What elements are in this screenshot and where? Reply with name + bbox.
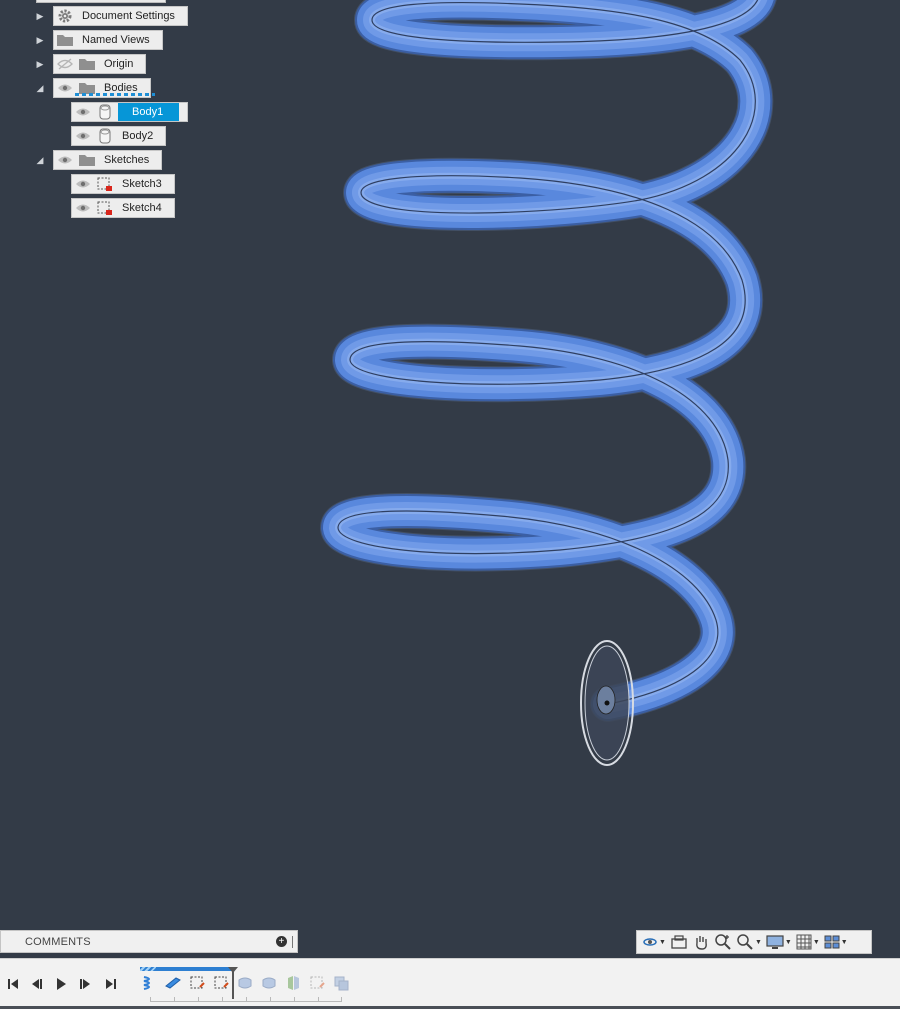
- eye-icon[interactable]: [74, 201, 92, 215]
- browser-row-sketches: ◢ Sketches: [0, 150, 300, 170]
- browser-row-document-settings: ▶ Document Settings: [0, 6, 300, 26]
- expand-arrow-icon[interactable]: ▶: [33, 57, 47, 71]
- browser-row-body1: Body1: [0, 102, 300, 122]
- collapse-arrow-icon[interactable]: ◢: [33, 153, 47, 167]
- eye-icon[interactable]: [74, 105, 92, 119]
- grid-settings-icon[interactable]: ▼: [795, 932, 821, 952]
- display-settings-icon[interactable]: ▼: [765, 932, 793, 952]
- collapse-arrow-icon[interactable]: ◢: [33, 81, 47, 95]
- browser-tree: ▶ Document Settings ▶ Named Views ▶ Origin ◢ Bo…: [0, 0, 300, 230]
- sweep-feature-icon[interactable]: [259, 972, 279, 994]
- timeline-ruler: [150, 997, 342, 1002]
- step-back-icon[interactable]: [27, 976, 47, 992]
- sketch-icon: [96, 200, 114, 216]
- browser-row-sketch3: Sketch3: [0, 174, 300, 194]
- browser-node-label: Sketch3: [122, 178, 162, 190]
- skip-to-end-icon[interactable]: [101, 976, 121, 992]
- coil-segment: [319, 0, 776, 722]
- timeline-marker[interactable]: [228, 967, 238, 999]
- look-at-icon[interactable]: [669, 932, 689, 952]
- zoom-window-icon[interactable]: ▼: [735, 932, 763, 952]
- browser-row-origin: ▶ Origin: [0, 54, 300, 74]
- browser-node-label: Body2: [122, 130, 154, 142]
- orbit-icon[interactable]: ▼: [641, 932, 667, 952]
- browser-node-label: Sketches: [104, 154, 150, 166]
- body-icon: [96, 128, 114, 144]
- panel-grip-icon[interactable]: [292, 936, 295, 948]
- sketch-icon: [96, 176, 114, 192]
- combine-feature-icon[interactable]: [331, 972, 351, 994]
- browser-node-label: Sketch4: [122, 202, 162, 214]
- browser-node-origin[interactable]: Origin: [53, 54, 147, 74]
- sketch-feature-icon[interactable]: [187, 972, 207, 994]
- browser-node-document-settings[interactable]: Document Settings: [53, 6, 188, 26]
- zoom-icon[interactable]: [713, 932, 733, 952]
- hidden-eye-icon[interactable]: [56, 57, 74, 71]
- expand-arrow-icon[interactable]: ▶: [33, 9, 47, 23]
- add-comment-icon[interactable]: +: [276, 936, 287, 947]
- browser-node-body2[interactable]: Body2: [71, 126, 167, 146]
- timeline-bar: [0, 958, 900, 1009]
- browser-row-sketch4: Sketch4: [0, 198, 300, 218]
- sweep-feature-icon[interactable]: [235, 972, 255, 994]
- browser-row-named-views: ▶ Named Views: [0, 30, 300, 50]
- gear-icon: [56, 8, 74, 24]
- browser-header-edge: [36, 0, 166, 3]
- browser-node-body1[interactable]: Body1: [71, 102, 189, 122]
- viewports-icon[interactable]: ▼: [823, 932, 849, 952]
- step-forward-icon[interactable]: [75, 976, 95, 992]
- body-icon: [96, 104, 114, 120]
- skip-to-start-icon[interactable]: [3, 976, 23, 992]
- browser-node-label: Named Views: [82, 34, 150, 46]
- split-feature-icon[interactable]: [283, 972, 303, 994]
- bodies-active-underline: [75, 93, 155, 96]
- eye-icon[interactable]: [56, 153, 74, 167]
- folder-icon: [78, 56, 96, 72]
- eye-icon[interactable]: [74, 177, 92, 191]
- browser-node-label: Document Settings: [82, 10, 175, 22]
- browser-node-label: Body1: [118, 103, 180, 121]
- timeline-progress: [140, 967, 232, 971]
- browser-node-named-views[interactable]: Named Views: [53, 30, 163, 50]
- expand-arrow-icon[interactable]: ▶: [33, 33, 47, 47]
- sketch-feature-icon[interactable]: [211, 972, 231, 994]
- eye-icon[interactable]: [56, 81, 74, 95]
- browser-node-sketch3[interactable]: Sketch3: [71, 174, 175, 194]
- coil-feature-icon[interactable]: [139, 972, 159, 994]
- comments-label: COMMENTS: [25, 935, 91, 948]
- sketch-feature-icon[interactable]: [307, 972, 327, 994]
- plane-feature-icon[interactable]: [163, 972, 183, 994]
- browser-row-body2: Body2: [0, 126, 300, 146]
- comments-panel[interactable]: COMMENTS +: [0, 930, 298, 953]
- folder-icon: [78, 152, 96, 168]
- browser-node-sketch4[interactable]: Sketch4: [71, 198, 175, 218]
- folder-icon: [56, 32, 74, 48]
- browser-node-label: Origin: [104, 58, 134, 70]
- navigation-toolbar: ▼ ▼ ▼ ▼ ▼: [636, 930, 872, 954]
- profile-circle[interactable]: [580, 640, 634, 766]
- eye-icon[interactable]: [74, 129, 92, 143]
- play-icon[interactable]: [51, 976, 71, 992]
- browser-node-sketches[interactable]: Sketches: [53, 150, 163, 170]
- pan-icon[interactable]: [691, 932, 711, 952]
